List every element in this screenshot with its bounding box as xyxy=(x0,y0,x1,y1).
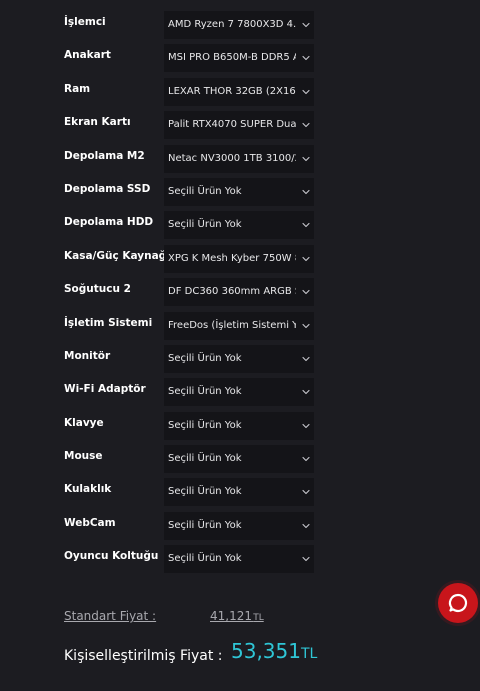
component-select[interactable]: Seçili Ürün Yok xyxy=(164,177,314,206)
component-select[interactable]: Seçili Ürün Yok xyxy=(164,445,314,474)
component-select-value: Seçili Ürün Yok xyxy=(168,519,242,531)
component-select-value: Netac NV3000 1TB 3100/2100 xyxy=(168,152,296,164)
chevron-down-icon xyxy=(301,521,311,531)
chat-button[interactable] xyxy=(438,583,478,623)
component-select[interactable]: Netac NV3000 1TB 3100/2100 xyxy=(164,144,314,173)
component-select[interactable]: Seçili Ürün Yok xyxy=(164,411,314,440)
component-select-value: Seçili Ürün Yok xyxy=(168,419,242,431)
component-select[interactable]: DF DC360 360mm ARGB Siyah xyxy=(164,278,314,307)
chevron-down-icon xyxy=(301,387,311,397)
component-select-value: Seçili Ürün Yok xyxy=(168,352,242,364)
standard-price-line: Standart Fiyat : 41,121 TL xyxy=(64,606,464,628)
component-select[interactable]: Seçili Ürün Yok xyxy=(164,545,314,574)
product-config-list: İşlemci AMD Ryzen 7 7800X3D 4.2GHz Anakart… xyxy=(0,8,480,576)
component-select-value: Seçili Ürün Yok xyxy=(168,386,242,398)
component-select-value: AMD Ryzen 7 7800X3D 4.2GHz xyxy=(168,19,296,30)
config-row-label: Kasa/Güç Kaynağı xyxy=(64,249,170,262)
component-select[interactable]: Seçili Ürün Yok xyxy=(164,511,314,540)
standard-price-currency: TL xyxy=(253,613,264,623)
chat-bubble-icon xyxy=(448,593,468,613)
chevron-down-icon xyxy=(301,287,311,297)
component-select-value: Seçili Ürün Yok xyxy=(168,219,242,231)
config-row-label: Klavye xyxy=(64,416,104,429)
chevron-down-icon xyxy=(301,321,311,331)
price-summary: Standart Fiyat : 41,121 TL Kişiselleştir… xyxy=(64,606,464,664)
component-select[interactable]: MSI PRO B650M-B DDR5 AM5 xyxy=(164,44,314,73)
component-select-value: DF DC360 360mm ARGB Siyah xyxy=(168,286,296,298)
config-row-label: Anakart xyxy=(64,49,111,62)
chevron-down-icon xyxy=(301,354,311,364)
standard-price-amount: 41,121 xyxy=(210,609,252,623)
component-select-value: Seçili Ürün Yok xyxy=(168,185,242,197)
component-select-value: XPG K Mesh Kyber 750W 80+ xyxy=(168,252,296,264)
config-row: Monitör Seçili Ürün Yok xyxy=(0,342,480,375)
chevron-down-icon xyxy=(301,87,311,97)
config-row: Wi-Fi Adaptör Seçili Ürün Yok xyxy=(0,375,480,408)
custom-price-label: Kişiselleştirilmiş Fiyat : xyxy=(64,648,223,664)
config-row-label: Depolama SSD xyxy=(64,182,151,195)
config-row-label: Monitör xyxy=(64,349,111,362)
chevron-down-icon xyxy=(301,554,311,564)
config-row-label: Ram xyxy=(64,82,91,95)
component-select[interactable]: AMD Ryzen 7 7800X3D 4.2GHz xyxy=(164,11,314,39)
config-row: Kulaklık Seçili Ürün Yok xyxy=(0,475,480,508)
standard-price-label[interactable]: Standart Fiyat : xyxy=(64,609,156,623)
config-row: Depolama HDD Seçili Ürün Yok xyxy=(0,208,480,241)
chevron-down-icon xyxy=(301,454,311,464)
component-select-value: MSI PRO B650M-B DDR5 AM5 xyxy=(168,52,296,64)
config-row-label: Oyuncu Koltuğu xyxy=(64,550,159,563)
config-row-label: İşletim Sistemi xyxy=(64,316,153,329)
config-row: WebCam Seçili Ürün Yok xyxy=(0,509,480,542)
custom-price-line: Kişiselleştirilmiş Fiyat : 53,351TL xyxy=(64,639,464,671)
component-select-value: Seçili Ürün Yok xyxy=(168,486,242,498)
config-row: Anakart MSI PRO B650M-B DDR5 AM5 xyxy=(0,41,480,74)
config-row-label: Depolama M2 xyxy=(64,149,145,162)
config-row: Ram LEXAR THOR 32GB (2X16GB) xyxy=(0,75,480,108)
component-select-value: LEXAR THOR 32GB (2X16GB) xyxy=(168,85,296,97)
component-select[interactable]: XPG K Mesh Kyber 750W 80+ xyxy=(164,244,314,273)
component-select-value: Seçili Ürün Yok xyxy=(168,453,242,465)
component-select-value: Palit RTX4070 SUPER Dual 12GB xyxy=(168,119,296,131)
chevron-down-icon xyxy=(301,421,311,431)
config-row: Oyuncu Koltuğu Seçili Ürün Yok xyxy=(0,542,480,575)
chevron-down-icon xyxy=(301,187,311,197)
chevron-down-icon xyxy=(301,20,311,30)
chevron-down-icon xyxy=(301,120,311,130)
chevron-down-icon xyxy=(301,487,311,497)
component-select[interactable]: Seçili Ürün Yok xyxy=(164,344,314,373)
component-select[interactable]: FreeDos (İşletim Sistemi Yok) xyxy=(164,311,314,340)
chevron-down-icon xyxy=(301,220,311,230)
standard-price-value[interactable]: 41,121 TL xyxy=(210,609,264,623)
config-row-label: Depolama HDD xyxy=(64,216,154,229)
config-row: İşlemci AMD Ryzen 7 7800X3D 4.2GHz xyxy=(0,8,480,41)
config-row-label: Kulaklık xyxy=(64,483,112,496)
component-select[interactable]: LEXAR THOR 32GB (2X16GB) xyxy=(164,77,314,106)
config-row: Depolama M2 Netac NV3000 1TB 3100/2100 xyxy=(0,142,480,175)
config-row-label: WebCam xyxy=(64,516,116,529)
config-row-label: Soğutucu 2 xyxy=(64,283,131,296)
custom-price-currency: TL xyxy=(300,646,318,662)
config-row-label: Mouse xyxy=(64,450,103,463)
component-select[interactable]: Palit RTX4070 SUPER Dual 12GB xyxy=(164,111,314,140)
config-row: Klavye Seçili Ürün Yok xyxy=(0,409,480,442)
component-select[interactable]: Seçili Ürün Yok xyxy=(164,211,314,240)
config-row: Soğutucu 2 DF DC360 360mm ARGB Siyah xyxy=(0,275,480,308)
component-select-value: FreeDos (İşletim Sistemi Yok) xyxy=(168,319,296,331)
component-select[interactable]: Seçili Ürün Yok xyxy=(164,478,314,507)
config-row: Depolama SSD Seçili Ürün Yok xyxy=(0,175,480,208)
config-row-label: İşlemci xyxy=(64,16,106,28)
config-row: Mouse Seçili Ürün Yok xyxy=(0,442,480,475)
custom-price-amount: 53,351 xyxy=(231,639,301,663)
config-row: İşletim Sistemi FreeDos (İşletim Sistemi … xyxy=(0,309,480,342)
custom-price-value: 53,351TL xyxy=(231,639,317,663)
config-row-label: Wi-Fi Adaptör xyxy=(64,383,146,396)
chevron-down-icon xyxy=(301,254,311,264)
config-row: Kasa/Güç KaynağıXPG K Mesh Kyber 750W 80… xyxy=(0,242,480,275)
component-select[interactable]: Seçili Ürün Yok xyxy=(164,378,314,407)
component-select-value: Seçili Ürün Yok xyxy=(168,553,242,565)
config-row: Ekran Kartı Palit RTX4070 SUPER Dual 12GB xyxy=(0,108,480,141)
chevron-down-icon xyxy=(301,154,311,164)
config-row-label: Ekran Kartı xyxy=(64,116,131,129)
chevron-down-icon xyxy=(301,53,311,63)
